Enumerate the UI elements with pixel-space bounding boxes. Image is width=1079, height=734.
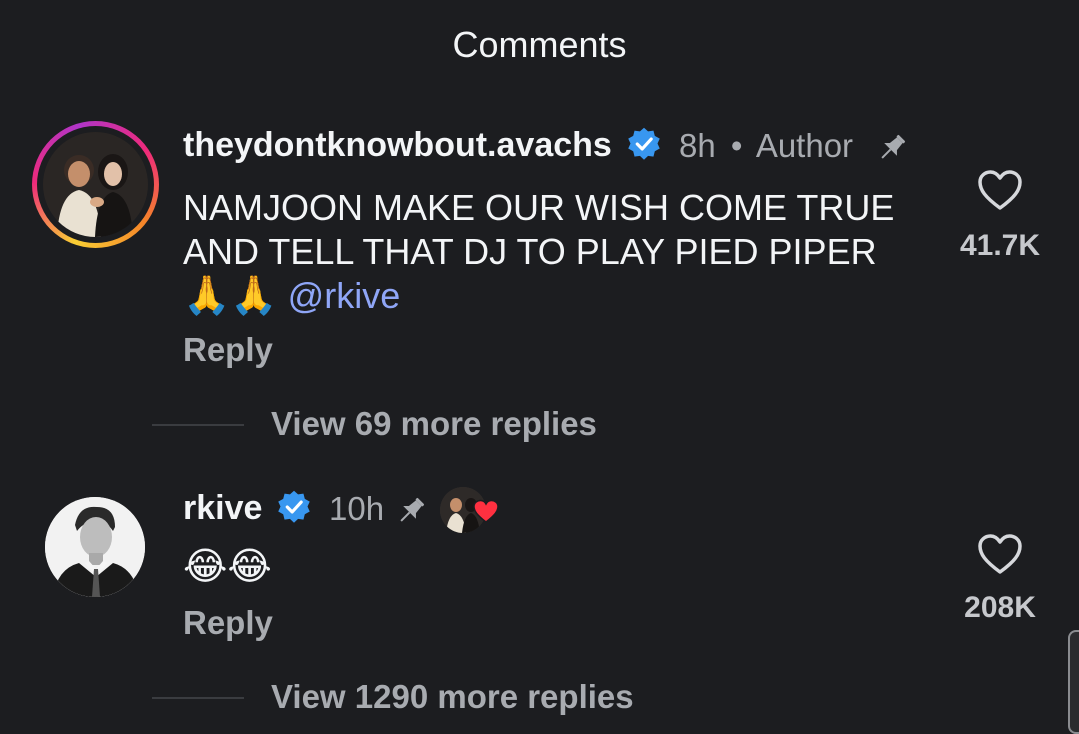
reply-button[interactable]: Reply bbox=[183, 331, 273, 369]
comment-username[interactable]: rkive bbox=[183, 489, 262, 528]
view-more-replies-button[interactable]: View 1290 more replies bbox=[271, 678, 634, 716]
like-count: 208K bbox=[964, 591, 1036, 624]
heart-outline-icon[interactable] bbox=[977, 169, 1023, 211]
verified-badge-icon bbox=[628, 127, 660, 160]
comment-text: NAMJOON MAKE OUR WISH COME TRUE AND TELL… bbox=[183, 187, 895, 317]
heart-outline-icon[interactable] bbox=[977, 533, 1023, 575]
comment-time: 8h bbox=[679, 127, 716, 164]
meta-separator: • bbox=[730, 127, 743, 164]
user-avatar bbox=[43, 132, 148, 237]
view-more-replies-button[interactable]: View 69 more replies bbox=[271, 405, 597, 443]
heart-filled-icon bbox=[473, 499, 499, 523]
comment-username[interactable]: theydontknowbout.avachs bbox=[183, 126, 612, 165]
emoji: 🙏🙏 bbox=[183, 275, 278, 317]
page-title: Comments bbox=[452, 24, 627, 65]
reply-button[interactable]: Reply bbox=[183, 604, 273, 642]
user-avatar[interactable] bbox=[45, 497, 145, 597]
scrollbar[interactable] bbox=[1068, 630, 1079, 734]
pin-icon bbox=[400, 497, 425, 522]
divider-line bbox=[152, 424, 244, 426]
verified-badge-icon bbox=[278, 490, 310, 523]
divider-line bbox=[152, 697, 244, 699]
pin-icon bbox=[881, 134, 906, 159]
comment-text: 😂😂 bbox=[183, 546, 272, 588]
comment-time: 10h bbox=[329, 490, 385, 527]
like-count: 41.7K bbox=[959, 229, 1041, 262]
comments-sheet: Comments theydontknowbout.avachs 8h • Au… bbox=[0, 0, 1079, 734]
mention-link[interactable]: @rkive bbox=[288, 275, 401, 316]
story-ring-avatar[interactable] bbox=[32, 121, 159, 248]
author-label: Author bbox=[755, 127, 854, 164]
